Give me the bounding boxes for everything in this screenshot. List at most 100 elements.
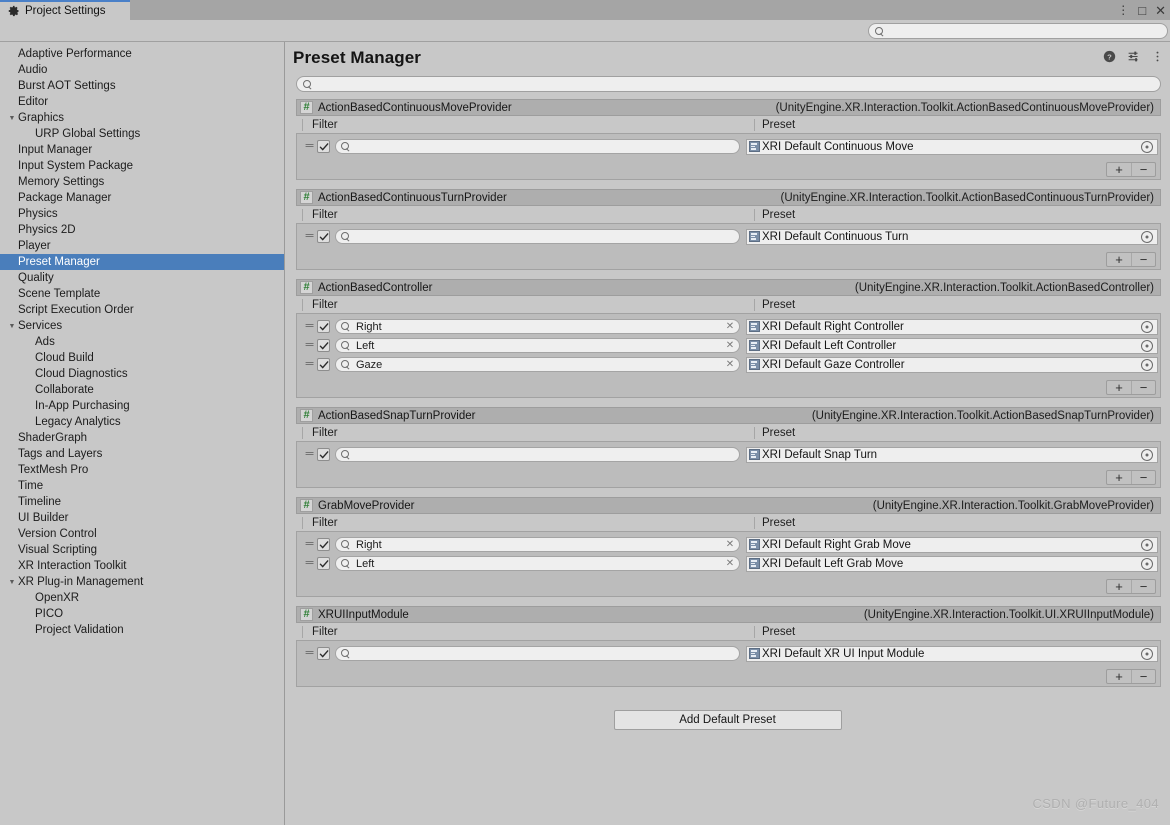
enabled-checkbox[interactable] [317,339,330,352]
filter-input[interactable] [354,229,735,244]
filter-input[interactable] [354,319,725,334]
sidebar-item-scene-template[interactable]: ▼Scene Template [0,286,284,302]
chevron-down-icon[interactable]: ▼ [6,579,18,586]
sidebar-item-preset-manager[interactable]: ▼Preset Manager [0,254,284,270]
enabled-checkbox[interactable] [317,557,330,570]
remove-row-button[interactable]: − [1131,162,1155,176]
filter-field[interactable] [335,139,740,154]
sidebar-item-cloud-diagnostics[interactable]: ▼ Cloud Diagnostics [0,366,284,382]
global-search-input[interactable] [888,25,1161,37]
enabled-checkbox[interactable] [317,647,330,660]
drag-handle-icon[interactable]: ═ [303,359,315,370]
drag-handle-icon[interactable]: ═ [303,648,315,659]
drag-handle-icon[interactable]: ═ [303,539,315,550]
sidebar-item-memory-settings[interactable]: ▼Memory Settings [0,174,284,190]
drag-handle-icon[interactable]: ═ [303,141,315,152]
filter-field[interactable]: ✕ [335,537,740,552]
filter-input[interactable] [354,357,725,372]
sidebar-item-timeline[interactable]: ▼Timeline [0,494,284,510]
sidebar-item-textmesh-pro[interactable]: ▼TextMesh Pro [0,462,284,478]
add-row-button[interactable]: + [1107,253,1131,266]
object-picker-icon[interactable] [1141,358,1153,371]
preset-group-header[interactable]: # ActionBasedController (UnityEngine.XR.In… [296,279,1161,296]
drag-handle-icon[interactable]: ═ [303,558,315,569]
preset-object-field[interactable]: XRI Default Continuous Turn [746,228,1158,245]
sidebar-item-ads[interactable]: ▼ Ads [0,334,284,350]
sidebar-item-burst-aot-settings[interactable]: ▼Burst AOT Settings [0,78,284,94]
object-picker-icon[interactable] [1141,647,1153,660]
drag-handle-icon[interactable]: ═ [303,321,315,332]
chevron-down-icon[interactable]: ▼ [6,323,18,330]
enabled-checkbox[interactable] [317,140,330,153]
sidebar-item-services[interactable]: ▼ Services [0,318,284,334]
object-picker-icon[interactable] [1141,557,1153,570]
chevron-down-icon[interactable]: ▼ [6,115,18,122]
filter-field[interactable] [335,646,740,661]
enabled-checkbox[interactable] [317,448,330,461]
filter-input[interactable] [354,338,725,353]
clear-filter-icon[interactable]: ✕ [725,321,735,332]
add-row-button[interactable]: + [1107,163,1131,176]
add-row-button[interactable]: + [1107,670,1131,683]
filter-input[interactable] [354,646,735,661]
sidebar-item-xr-plug-in-management[interactable]: ▼ XR Plug-in Management [0,574,284,590]
tab-project-settings[interactable]: Project Settings [0,0,130,20]
filter-field[interactable]: ✕ [335,357,740,372]
preset-group-header[interactable]: # ActionBasedContinuousTurnProvider (Unity… [296,189,1161,206]
preset-object-field[interactable]: XRI Default Gaze Controller [746,356,1158,373]
object-picker-icon[interactable] [1141,538,1153,551]
sidebar-item-project-validation[interactable]: ▼ Project Validation [0,622,284,638]
preset-group-header[interactable]: # ActionBasedContinuousMoveProvider (Unity… [296,99,1161,116]
sidebar-item-graphics[interactable]: ▼ Graphics [0,110,284,126]
remove-row-button[interactable]: − [1131,669,1155,683]
object-picker-icon[interactable] [1141,448,1153,461]
preset-object-field[interactable]: XRI Default XR UI Input Module [746,645,1158,662]
preset-search-field[interactable] [296,76,1161,92]
clear-filter-icon[interactable]: ✕ [725,558,735,569]
drag-handle-icon[interactable]: ═ [303,340,315,351]
sidebar-item-time[interactable]: ▼Time [0,478,284,494]
sidebar-item-tags-and-layers[interactable]: ▼Tags and Layers [0,446,284,462]
sidebar-item-version-control[interactable]: ▼Version Control [0,526,284,542]
sidebar-item-player[interactable]: ▼Player [0,238,284,254]
sidebar-item-legacy-analytics[interactable]: ▼ Legacy Analytics [0,414,284,430]
close-icon[interactable]: ✕ [1155,4,1166,17]
sidebar-item-in-app-purchasing[interactable]: ▼ In-App Purchasing [0,398,284,414]
remove-row-button[interactable]: − [1131,252,1155,266]
filter-field[interactable] [335,229,740,244]
sidebar-item-quality[interactable]: ▼Quality [0,270,284,286]
preset-settings-icon[interactable] [1127,50,1140,63]
sidebar-item-physics-2d[interactable]: ▼Physics 2D [0,222,284,238]
global-search-field[interactable] [868,23,1168,39]
preset-group-header[interactable]: # XRUIInputModule (UnityEngine.XR.Interact… [296,606,1161,623]
preset-object-field[interactable]: XRI Default Continuous Move [746,138,1158,155]
filter-field[interactable]: ✕ [335,319,740,334]
filter-input[interactable] [354,139,735,154]
preset-object-field[interactable]: XRI Default Right Grab Move [746,536,1158,553]
sidebar-item-editor[interactable]: ▼Editor [0,94,284,110]
help-icon[interactable]: ? [1103,50,1116,63]
add-row-button[interactable]: + [1107,471,1131,484]
filter-field[interactable]: ✕ [335,556,740,571]
sidebar-item-script-execution-order[interactable]: ▼Script Execution Order [0,302,284,318]
sidebar-item-ui-builder[interactable]: ▼UI Builder [0,510,284,526]
preset-object-field[interactable]: XRI Default Left Grab Move [746,555,1158,572]
clear-filter-icon[interactable]: ✕ [725,359,735,370]
enabled-checkbox[interactable] [317,320,330,333]
filter-input[interactable] [354,537,725,552]
sidebar-item-audio[interactable]: ▼Audio [0,62,284,78]
remove-row-button[interactable]: − [1131,380,1155,394]
filter-field[interactable] [335,447,740,462]
preset-group-header[interactable]: # GrabMoveProvider (UnityEngine.XR.Interac… [296,497,1161,514]
preset-object-field[interactable]: XRI Default Right Controller [746,318,1158,335]
preset-object-field[interactable]: XRI Default Snap Turn [746,446,1158,463]
sidebar-item-package-manager[interactable]: ▼Package Manager [0,190,284,206]
clear-filter-icon[interactable]: ✕ [725,539,735,550]
filter-input[interactable] [354,447,735,462]
sidebar-item-cloud-build[interactable]: ▼ Cloud Build [0,350,284,366]
sidebar-item-input-system-package[interactable]: ▼Input System Package [0,158,284,174]
enabled-checkbox[interactable] [317,230,330,243]
drag-handle-icon[interactable]: ═ [303,449,315,460]
object-picker-icon[interactable] [1141,140,1153,153]
preset-search-input[interactable] [316,78,1154,90]
